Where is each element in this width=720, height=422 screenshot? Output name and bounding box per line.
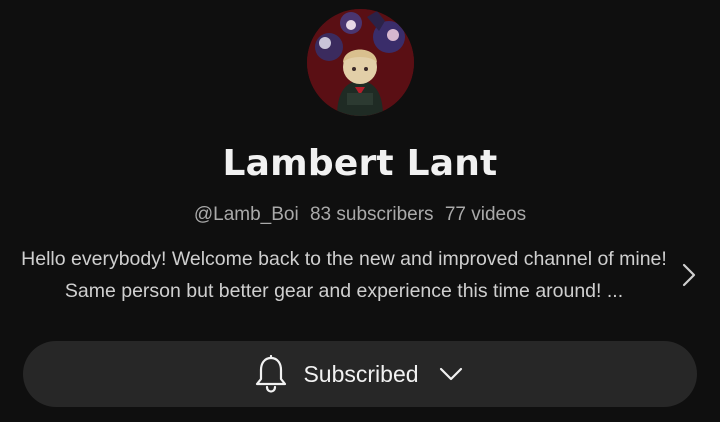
chevron-right-icon[interactable] xyxy=(678,260,700,290)
channel-meta: @Lamb_Boi 83 subscribers 77 videos xyxy=(0,202,720,228)
bell-icon xyxy=(255,354,289,394)
video-count: 77 videos xyxy=(444,204,527,225)
channel-avatar[interactable] xyxy=(307,9,414,116)
channel-description[interactable]: Hello everybody! Welcome back to the new… xyxy=(20,243,668,307)
subscriber-count: 83 subscribers xyxy=(309,204,434,225)
chevron-down-icon xyxy=(439,364,465,384)
subscribed-button[interactable]: Subscribed xyxy=(23,341,697,407)
subscribed-label: Subscribed xyxy=(303,360,419,387)
channel-handle: @Lamb_Boi xyxy=(193,204,299,225)
channel-name: Lambert Lant xyxy=(222,143,498,184)
